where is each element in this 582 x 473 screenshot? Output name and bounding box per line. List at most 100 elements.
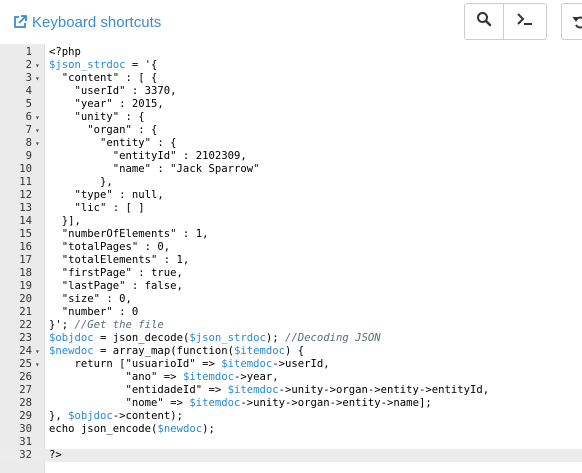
code-line[interactable]: 19 "lastPage" : false,	[0, 280, 582, 293]
code-text: "content" : [ {	[49, 72, 158, 85]
code-text: "entity" : {	[49, 137, 177, 150]
code-variable: $itemdoc	[182, 371, 234, 383]
code-line[interactable]: 11 },	[0, 176, 582, 189]
undo-icon	[572, 14, 582, 35]
code-token: "year" : 2015,	[49, 98, 164, 110]
code-text: "numberOfElements" : 1,	[49, 228, 209, 241]
code-line[interactable]: 15 "numberOfElements" : 1,	[0, 228, 582, 241]
code-token: = array_map(function(	[93, 345, 234, 357]
line-number: 16	[19, 241, 32, 253]
code-line[interactable]: 27 "entidadeId" => $itemdoc->unity->orga…	[0, 384, 582, 397]
code-token: },	[49, 176, 113, 188]
code-variable: $itemdoc	[221, 358, 273, 370]
undo-button[interactable]	[561, 3, 582, 40]
line-number: 8	[25, 137, 32, 149]
code-line[interactable]: 18 "firstPage" : true,	[0, 267, 582, 280]
code-line[interactable]: 30 echo json_encode($newdoc);	[0, 423, 582, 436]
code-token: = json_decode(	[93, 332, 190, 344]
code-token: "lastPage" : false,	[49, 280, 183, 292]
code-token: = '{	[125, 59, 158, 71]
code-variable: $objdoc	[49, 332, 94, 344]
code-editor[interactable]: 1 <?php 2 ▾ $json_strdoc = '{3 ▾ "content" : …	[0, 44, 582, 473]
fold-arrow-icon[interactable]: ▾	[35, 124, 43, 137]
fold-arrow-icon[interactable]: ▾	[35, 72, 43, 85]
keyboard-shortcuts-link[interactable]: Keyboard shortcuts	[12, 12, 161, 32]
code-line[interactable]: 8 ▾ "entity" : {	[0, 137, 582, 150]
code-line[interactable]: 26 "ano" => $itemdoc->year,	[0, 371, 582, 384]
code-line[interactable]: 2 ▾ $json_strdoc = '{	[0, 59, 582, 72]
code-text: "organ" : {	[49, 124, 157, 137]
code-line[interactable]: 1 <?php	[0, 46, 582, 59]
code-variable: $itemdoc	[189, 397, 241, 409]
code-variable: $itemdoc	[227, 384, 279, 396]
fold-arrow-icon[interactable]: ▾	[35, 59, 43, 72]
code-line[interactable]: 23 $objdoc = json_decode($json_strdoc); /…	[0, 332, 582, 345]
line-number: 20	[19, 293, 32, 305]
code-line[interactable]: 28 "nome" => $itemdoc->unity->organ->ent…	[0, 397, 582, 410]
code-text: $newdoc = array_map(function($itemdoc) {	[49, 345, 304, 358]
code-token: },	[49, 410, 69, 422]
code-line[interactable]: 31	[0, 436, 582, 449]
code-token: ->userId,	[272, 358, 330, 370]
code-line[interactable]: 20 "size" : 0,	[0, 293, 582, 306]
code-token: "size" : 0,	[49, 293, 132, 305]
console-button[interactable]	[503, 3, 547, 40]
fold-arrow-icon[interactable]: ▾	[35, 345, 43, 358]
code-line[interactable]: 7 ▾ "organ" : {	[0, 124, 582, 137]
code-variable: $newdoc	[49, 345, 94, 357]
code-line[interactable]: 6 ▾ "unity" : {	[0, 111, 582, 124]
code-line[interactable]: 13 "lic" : [ ]	[0, 202, 582, 215]
code-text: "unity" : {	[49, 111, 145, 124]
code-text: "name" : "Jack Sparrow"	[49, 163, 260, 176]
line-number: 29	[19, 410, 32, 422]
code-text: "entidadeId" => $itemdoc->unity->organ->…	[49, 384, 490, 397]
code-token: ->unity->organ->entity->name];	[240, 397, 432, 409]
code-text: },	[49, 176, 113, 189]
code-line[interactable]: 4 "userId" : 3370,	[0, 85, 582, 98]
line-number: 5	[25, 98, 32, 110]
code-line[interactable]: 32 ?>	[0, 449, 582, 462]
line-number: 31	[19, 436, 32, 448]
code-line[interactable]: 9 "entityId" : 2102309,	[0, 150, 582, 163]
code-line[interactable]: 25 ▾ return ["usuarioId" => $itemdoc->use…	[0, 358, 582, 371]
fold-arrow-icon[interactable]: ▾	[35, 137, 43, 150]
code-line[interactable]: 17 "totalElements" : 1,	[0, 254, 582, 267]
code-token: "numberOfElements" : 1,	[49, 228, 209, 240]
line-number: 26	[19, 371, 32, 383]
code-line[interactable]: 12 "type" : null,	[0, 189, 582, 202]
line-number: 18	[19, 267, 32, 279]
code-token: "entityId" : 2102309,	[49, 150, 247, 162]
code-line[interactable]: 16 "totalPages" : 0,	[0, 241, 582, 254]
fold-arrow-icon[interactable]: ▾	[35, 111, 43, 124]
code-token: ->unity->organ->entity->entityId,	[278, 384, 490, 396]
line-number: 15	[19, 228, 32, 240]
line-number: 27	[19, 384, 32, 396]
code-line[interactable]: 29 }, $objdoc->content);	[0, 410, 582, 423]
external-link-icon	[12, 14, 28, 30]
code-text: "ano" => $itemdoc->year,	[49, 371, 279, 384]
code-variable: $json_strdoc	[49, 59, 126, 71]
code-token: ) {	[285, 345, 305, 357]
code-line[interactable]: 3 ▾ "content" : [ {	[0, 72, 582, 85]
code-text: }'; //Get the file	[49, 319, 164, 332]
code-line[interactable]: 10 "name" : "Jack Sparrow"	[0, 163, 582, 176]
code-token: "entity" : {	[49, 137, 177, 149]
code-line[interactable]: 21 "number" : 0	[0, 306, 582, 319]
code-variable: $json_strdoc	[189, 332, 266, 344]
line-number: 2	[25, 59, 32, 71]
toolbar: Keyboard shortcuts	[0, 0, 582, 44]
code-token: "name" : "Jack Sparrow"	[49, 163, 260, 175]
code-token: "firstPage" : true,	[49, 267, 183, 279]
code-line[interactable]: 14 }],	[0, 215, 582, 228]
search-button[interactable]	[464, 3, 504, 40]
code-text: "lic" : [ ]	[49, 202, 145, 215]
code-line[interactable]: 24 ▾ $newdoc = array_map(function($itemdoc…	[0, 345, 582, 358]
line-number: 3	[25, 72, 32, 84]
code-line[interactable]: 22}'; //Get the file	[0, 319, 582, 332]
code-token: }],	[49, 215, 81, 227]
fold-arrow-icon[interactable]: ▾	[35, 358, 43, 371]
search-icon	[476, 11, 492, 32]
code-line[interactable]: 5 "year" : 2015,	[0, 98, 582, 111]
code-token: ->content);	[112, 410, 183, 422]
code-text: }, $objdoc->content);	[49, 410, 183, 423]
